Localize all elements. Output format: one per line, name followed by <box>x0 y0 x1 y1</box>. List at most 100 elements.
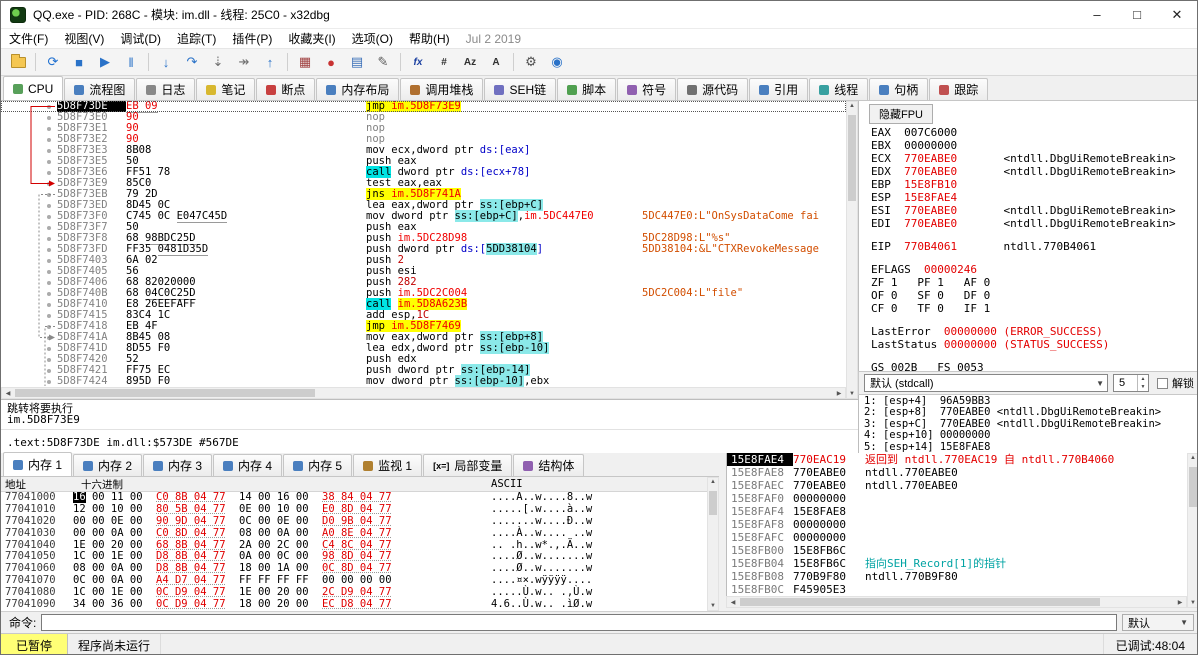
strings-icon[interactable]: Az <box>458 51 482 73</box>
tab-dump-5[interactable]: 内存 5 <box>283 454 352 476</box>
register-line[interactable]: EDX 770EABE0 <ntdll.DbgUiRemoteBreakin> <box>859 165 1198 178</box>
tab-memory-map[interactable]: 内存布局 <box>316 78 399 100</box>
dump-row[interactable]: 7704103000 00 0A 00C0 8D 04 7708 00 0A 0… <box>1 528 707 540</box>
trace-into-icon[interactable]: ⇣ <box>206 51 230 73</box>
comment-icon[interactable]: ✎ <box>371 51 395 73</box>
disasm-row[interactable]: 5D8F7424895D F0mov dword ptr ss:[ebp-10]… <box>1 376 846 387</box>
register-line[interactable]: ZF 1 PF 1 AF 0 <box>859 276 1198 289</box>
register-line[interactable]: CF 0 TF 0 IF 1 <box>859 302 1198 315</box>
stack-row[interactable]: 15E8FAEC770EABE0ntdll.770EABE0 <box>727 479 1187 492</box>
register-line[interactable]: ECX 770EABE0 <ntdll.DbgUiRemoteBreakin> <box>859 152 1198 165</box>
command-profile-select[interactable]: 默认 ▼ <box>1122 614 1194 631</box>
menu-item-4[interactable]: 插件(P) <box>224 29 280 49</box>
font-icon[interactable]: A <box>484 51 508 73</box>
scroll-down-arrow[interactable]: ▼ <box>708 603 718 609</box>
run-icon[interactable]: ▶ <box>93 51 117 73</box>
tab-script[interactable]: 脚本 <box>557 78 616 100</box>
patches-icon[interactable]: ▦ <box>293 51 317 73</box>
memory-map-icon[interactable]: ▤ <box>345 51 369 73</box>
open-file-icon[interactable] <box>6 51 30 73</box>
menu-item-0[interactable]: 文件(F) <box>1 29 56 49</box>
scroll-up-arrow[interactable]: ▲ <box>1188 455 1198 461</box>
stack-row[interactable]: 15E8FAE4770EAC19返回到 ntdll.770EAC19 自 ntd… <box>727 453 1187 466</box>
stepper-arrows[interactable]: ▲▼ <box>1137 375 1148 391</box>
scroll-thumb[interactable] <box>848 115 856 201</box>
scroll-right-arrow[interactable]: ▶ <box>1175 599 1185 606</box>
breakpoints-icon[interactable]: ● <box>319 51 343 73</box>
tab-symbols[interactable]: 符号 <box>617 78 676 100</box>
stack-panel[interactable]: 15E8FAE4770EAC19返回到 ntdll.770EAC19 自 ntd… <box>726 453 1187 596</box>
tab-struct[interactable]: 结构体 <box>513 454 584 476</box>
tab-source[interactable]: 源代码 <box>677 78 748 100</box>
menu-item-2[interactable]: 调试(D) <box>112 29 169 49</box>
tab-call-stack[interactable]: 调用堆栈 <box>400 78 483 100</box>
fx-icon[interactable]: fx <box>406 51 430 73</box>
registers-panel[interactable]: 隐藏FPU EAX 007C6000EBX 00000000ECX 770EAB… <box>858 101 1198 371</box>
stop-icon[interactable]: ■ <box>67 51 91 73</box>
scroll-left-arrow[interactable]: ◀ <box>728 599 738 606</box>
restart-icon[interactable]: ⟳ <box>41 51 65 73</box>
argument-count-stepper[interactable]: 5 ▲▼ <box>1113 374 1149 392</box>
tab-dump-4[interactable]: 内存 4 <box>213 454 282 476</box>
tab-dump-3[interactable]: 内存 3 <box>143 454 212 476</box>
register-line[interactable]: EBX 00000000 <box>859 139 1198 152</box>
dump-row[interactable]: 7704101012 00 10 0080 5B 04 770E 00 10 0… <box>1 504 707 516</box>
register-line[interactable]: EIP 770B4061 ntdll.770B4061 <box>859 240 1198 253</box>
stack-arguments-list[interactable]: 1: [esp+4] 96A59BB32: [esp+8] 770EABE0 <… <box>858 395 1198 453</box>
scroll-down-arrow[interactable]: ▼ <box>1188 600 1198 606</box>
settings-icon[interactable]: ⚙ <box>519 51 543 73</box>
trace-over-icon[interactable]: ↠ <box>232 51 256 73</box>
register-line[interactable]: EAX 007C6000 <box>859 126 1198 139</box>
register-line[interactable]: ESP 15E8FAE4 <box>859 191 1198 204</box>
stack-argument-row[interactable]: 5: [esp+14] 15E8FAE8 <box>864 442 1198 453</box>
register-line[interactable]: LastError 00000000 (ERROR_SUCCESS) <box>859 325 1198 338</box>
scroll-thumb[interactable] <box>709 491 717 515</box>
scroll-down-arrow[interactable]: ▼ <box>847 391 857 397</box>
close-button[interactable]: ✕ <box>1157 1 1197 28</box>
search-icon[interactable]: ◉ <box>545 51 569 73</box>
hide-fpu-button[interactable]: 隐藏FPU <box>869 104 933 124</box>
tab-cpu[interactable]: CPU <box>3 76 63 100</box>
memory-dump-panel[interactable]: 7704100016 00 11 00C0 8B 04 7714 00 16 0… <box>1 492 707 611</box>
stack-vscrollbar[interactable]: ▲ ▼ <box>1187 453 1198 608</box>
tab-notes[interactable]: 笔记 <box>196 78 255 100</box>
tab-dump-2[interactable]: 内存 2 <box>73 454 142 476</box>
step-into-icon[interactable]: ↓ <box>154 51 178 73</box>
minimize-button[interactable]: – <box>1077 1 1117 28</box>
scroll-thumb[interactable] <box>740 598 1100 606</box>
tab-watch-1[interactable]: 监视 1 <box>353 454 422 476</box>
calling-convention-select[interactable]: 默认 (stdcall) ▼ <box>864 374 1108 392</box>
stack-row[interactable]: 15E8FB0015E8FB6C <box>727 544 1187 557</box>
unlock-checkbox[interactable] <box>1157 378 1168 389</box>
tab-references[interactable]: 引用 <box>749 78 808 100</box>
register-line[interactable]: EBP 15E8FB10 <box>859 178 1198 191</box>
menu-item-1[interactable]: 视图(V) <box>56 29 112 49</box>
scroll-up-arrow[interactable]: ▲ <box>708 479 718 485</box>
dump-row[interactable]: 7704109034 00 36 000C D9 04 7718 00 20 0… <box>1 599 707 611</box>
scroll-thumb[interactable] <box>15 389 315 397</box>
register-line[interactable]: ESI 770EABE0 <ntdll.DbgUiRemoteBreakin> <box>859 204 1198 217</box>
tab-graph[interactable]: 流程图 <box>64 78 135 100</box>
tab-seh[interactable]: SEH链 <box>484 78 556 100</box>
register-line[interactable]: OF 0 SF 0 DF 0 <box>859 289 1198 302</box>
disassembly-panel[interactable]: 5D8F73DEEB 09jmp im.5D8F73E95D8F73E090no… <box>1 101 846 387</box>
hash-icon[interactable]: # <box>432 51 456 73</box>
step-over-icon[interactable]: ↷ <box>180 51 204 73</box>
menu-item-5[interactable]: 收藏夹(I) <box>280 29 343 49</box>
menu-item-3[interactable]: 追踪(T) <box>169 29 224 49</box>
tab-locals[interactable]: [x=]局部变量 <box>423 454 512 476</box>
tab-handles[interactable]: 句柄 <box>869 78 928 100</box>
register-line[interactable]: EFLAGS 00000246 <box>859 263 1198 276</box>
scroll-right-arrow[interactable]: ▶ <box>834 390 844 397</box>
register-line[interactable]: LastStatus 00000000 (STATUS_SUCCESS) <box>859 338 1198 351</box>
command-input[interactable] <box>41 614 1117 631</box>
tab-trace[interactable]: 跟踪 <box>929 78 988 100</box>
stack-row[interactable]: 15E8FAF000000000 <box>727 492 1187 505</box>
dump-row[interactable]: 7704102000 00 0E 0090 9D 04 770C 00 0E 0… <box>1 516 707 528</box>
scroll-thumb[interactable] <box>1189 467 1197 507</box>
stack-row[interactable]: 15E8FAFC00000000 <box>727 531 1187 544</box>
stack-argument-row[interactable]: 4: [esp+10] 00000000 <box>864 430 1198 441</box>
stack-row[interactable]: 15E8FAF800000000 <box>727 518 1187 531</box>
register-line[interactable]: GS 002B FS 0053 <box>859 361 1198 371</box>
stack-row[interactable]: 15E8FAE8770EABE0ntdll.770EABE0 <box>727 466 1187 479</box>
